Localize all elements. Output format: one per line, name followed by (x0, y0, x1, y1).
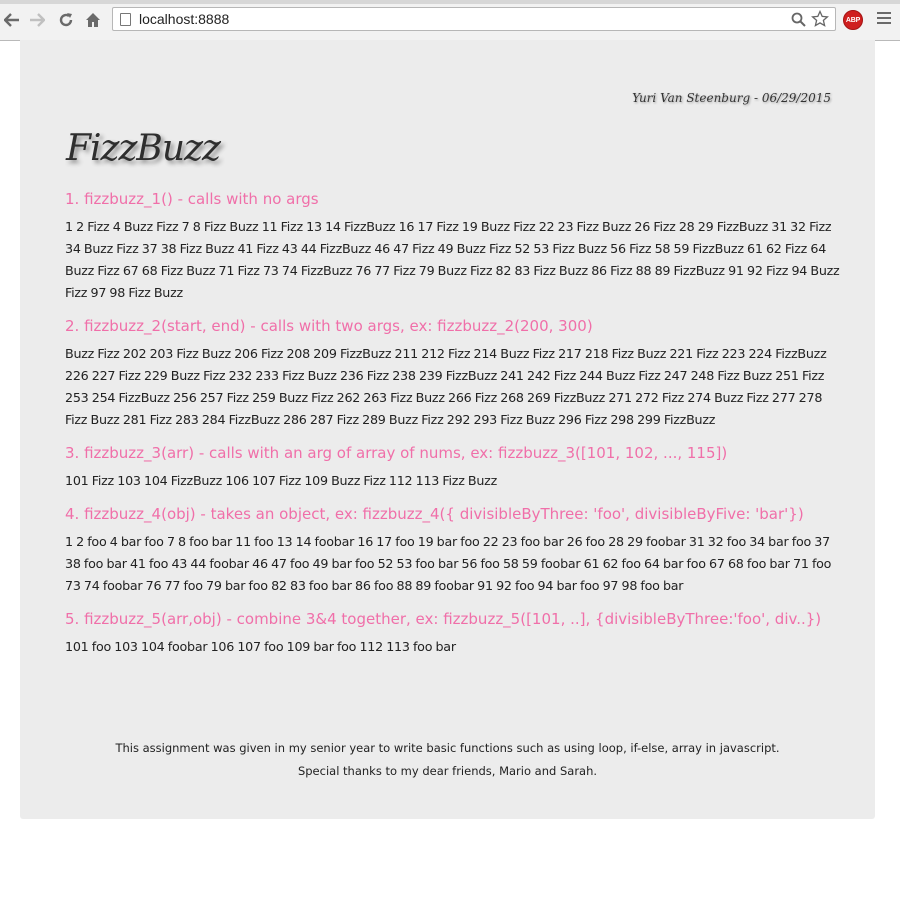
page-icon (120, 13, 131, 26)
home-button[interactable] (83, 10, 103, 30)
home-icon (86, 13, 100, 27)
search-icon[interactable] (791, 9, 807, 32)
section-output-5: 101 foo 103 104 foobar 106 107 foo 109 b… (65, 639, 456, 654)
page-panel: Yuri Van Steenburg - 06/29/2015 FizzBuzz… (20, 40, 875, 819)
section-heading-1: 1. fizzbuzz_1() - calls with no args (65, 190, 319, 208)
url-text[interactable]: localhost:8888 (139, 11, 229, 27)
page-footer: This assignment was given in my senior y… (20, 737, 875, 783)
section-heading-4: 4. fizzbuzz_4(obj) - takes an object, ex… (65, 505, 804, 523)
reload-button[interactable] (56, 10, 76, 30)
adblock-icon[interactable]: ABP (843, 10, 863, 30)
reload-icon (59, 13, 73, 27)
section-heading-2: 2. fizzbuzz_2(start, end) - calls with t… (65, 317, 593, 335)
section-output-1: 1 2 Fizz 4 Buzz Fizz 7 8 Fizz Buzz 11 Fi… (65, 219, 840, 300)
tab-strip (0, 0, 900, 4)
star-icon[interactable] (811, 8, 829, 33)
section-output-4: 1 2 foo 4 bar foo 7 8 foo bar 11 foo 13 … (65, 534, 832, 593)
section-heading-5: 5. fizzbuzz_5(arr,obj) - combine 3&4 tog… (65, 610, 822, 628)
browser-toolbar: localhost:8888 ABP (0, 0, 900, 41)
sections-list: 1. fizzbuzz_1() - calls with no args 1 2… (65, 190, 840, 671)
back-arrow-icon (4, 13, 19, 27)
hamburger-menu-icon[interactable] (877, 12, 891, 26)
footer-line-1: This assignment was given in my senior y… (115, 741, 780, 755)
section-output-3: 101 Fizz 103 104 FizzBuzz 106 107 Fizz 1… (65, 473, 497, 488)
section-heading-3: 3. fizzbuzz_3(arr) - calls with an arg o… (65, 444, 728, 462)
footer-line-2: Special thanks to my dear friends, Mario… (297, 764, 598, 778)
page-title: FizzBuzz (66, 128, 221, 169)
forward-arrow-icon (30, 13, 45, 27)
address-bar[interactable]: localhost:8888 (112, 7, 836, 31)
section-output-2: Buzz Fizz 202 203 Fizz Buzz 206 Fizz 208… (65, 346, 827, 427)
adblock-label: ABP (845, 16, 861, 24)
author-signature: Yuri Van Steenburg - 06/29/2015 (632, 91, 831, 105)
back-button[interactable] (2, 10, 22, 30)
forward-button[interactable] (27, 10, 47, 30)
